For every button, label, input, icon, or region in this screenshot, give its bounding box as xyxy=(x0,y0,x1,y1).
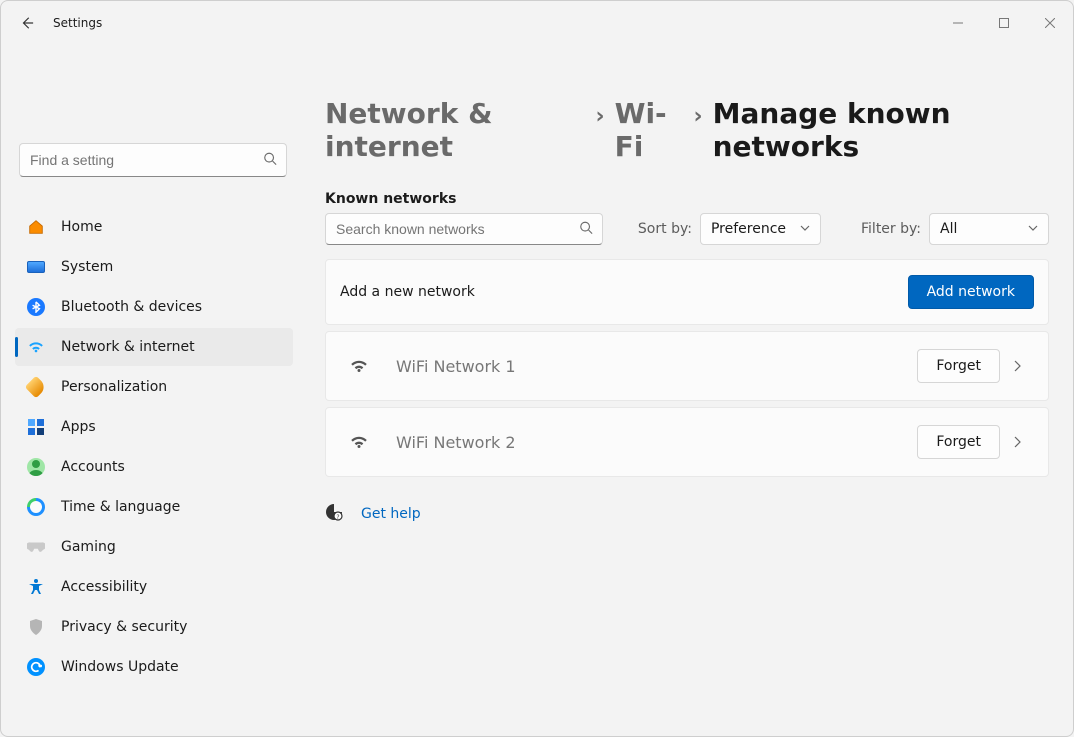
person-icon xyxy=(27,458,45,476)
sidebar-item-gaming[interactable]: Gaming xyxy=(15,528,293,566)
sidebar-item-label: Network & internet xyxy=(61,339,195,355)
chevron-down-icon xyxy=(800,221,810,237)
arrow-left-icon xyxy=(20,16,34,30)
find-setting-input[interactable] xyxy=(19,143,287,177)
wifi-icon xyxy=(340,358,378,374)
window-controls xyxy=(935,7,1073,39)
apps-icon xyxy=(27,418,45,436)
search-icon xyxy=(263,151,277,170)
minimize-button[interactable] xyxy=(935,7,981,39)
shield-icon xyxy=(27,618,45,636)
bluetooth-icon xyxy=(27,298,45,316)
sidebar-item-label: Accounts xyxy=(61,459,125,475)
add-network-button[interactable]: Add network xyxy=(908,275,1034,309)
back-button[interactable] xyxy=(9,5,45,41)
add-new-network-text: Add a new network xyxy=(340,284,475,300)
known-networks-toolbar: Sort by: Preference Filter by: All xyxy=(325,213,1049,245)
wifi-icon xyxy=(27,338,45,356)
sidebar-item-label: Bluetooth & devices xyxy=(61,299,202,315)
accessibility-icon xyxy=(27,578,45,596)
add-new-network-card: Add a new network Add network xyxy=(325,259,1049,325)
main-content: Network & internet › Wi-Fi › Manage know… xyxy=(301,45,1073,736)
window-title: Settings xyxy=(53,16,102,30)
help-icon: ? xyxy=(325,503,343,525)
sidebar-item-label: System xyxy=(61,259,113,275)
sidebar-item-personalization[interactable]: Personalization xyxy=(15,368,293,406)
breadcrumb-wifi[interactable]: Wi-Fi xyxy=(615,97,684,163)
sidebar-item-time-language[interactable]: Time & language xyxy=(15,488,293,526)
filter-by-dropdown[interactable]: All xyxy=(929,213,1049,245)
chevron-right-icon: › xyxy=(694,104,703,129)
known-network-row[interactable]: WiFi Network 2 Forget xyxy=(325,407,1049,477)
chevron-right-icon: › xyxy=(596,104,605,129)
breadcrumb: Network & internet › Wi-Fi › Manage know… xyxy=(325,97,1049,163)
clock-icon xyxy=(27,498,45,516)
sidebar-item-label: Gaming xyxy=(61,539,116,555)
update-icon xyxy=(27,658,45,676)
sidebar-item-label: Time & language xyxy=(61,499,180,515)
get-help-row[interactable]: ? Get help xyxy=(325,503,1049,525)
known-networks-heading: Known networks xyxy=(325,191,1049,207)
sidebar-item-home[interactable]: Home xyxy=(15,208,293,246)
forget-button[interactable]: Forget xyxy=(917,425,1000,459)
sidebar-item-label: Personalization xyxy=(61,379,167,395)
sidebar-item-label: Apps xyxy=(61,419,96,435)
sort-by-label: Sort by: xyxy=(638,221,692,237)
forget-button[interactable]: Forget xyxy=(917,349,1000,383)
network-name: WiFi Network 1 xyxy=(396,357,516,376)
get-help-link[interactable]: Get help xyxy=(361,506,421,522)
sidebar: Home System Bluetooth & devices Network … xyxy=(1,45,301,736)
sidebar-item-windows-update[interactable]: Windows Update xyxy=(15,648,293,686)
system-icon xyxy=(27,258,45,276)
sidebar-item-label: Home xyxy=(61,219,102,235)
search-icon xyxy=(579,220,593,239)
search-known-networks[interactable] xyxy=(325,213,603,245)
svg-text:?: ? xyxy=(336,514,339,521)
home-icon xyxy=(27,218,45,236)
sidebar-item-bluetooth[interactable]: Bluetooth & devices xyxy=(15,288,293,326)
known-network-row[interactable]: WiFi Network 1 Forget xyxy=(325,331,1049,401)
breadcrumb-network-internet[interactable]: Network & internet xyxy=(325,97,586,163)
filter-by-value: All xyxy=(940,221,957,237)
settings-window: Settings Home System xyxy=(0,0,1074,737)
brush-icon xyxy=(27,378,45,396)
sidebar-item-label: Windows Update xyxy=(61,659,179,675)
find-setting-search[interactable] xyxy=(19,143,287,177)
nav-list: Home System Bluetooth & devices Network … xyxy=(1,207,301,687)
sidebar-item-network[interactable]: Network & internet xyxy=(15,328,293,366)
chevron-down-icon xyxy=(1028,221,1038,237)
page-title: Manage known networks xyxy=(713,97,1049,163)
sidebar-item-accessibility[interactable]: Accessibility xyxy=(15,568,293,606)
chevron-right-icon[interactable] xyxy=(1000,436,1034,448)
search-known-networks-input[interactable] xyxy=(325,213,603,245)
close-button[interactable] xyxy=(1027,7,1073,39)
sidebar-item-privacy[interactable]: Privacy & security xyxy=(15,608,293,646)
maximize-button[interactable] xyxy=(981,7,1027,39)
sort-by-dropdown[interactable]: Preference xyxy=(700,213,821,245)
title-bar: Settings xyxy=(1,1,1073,45)
network-name: WiFi Network 2 xyxy=(396,433,516,452)
sidebar-item-system[interactable]: System xyxy=(15,248,293,286)
sidebar-item-apps[interactable]: Apps xyxy=(15,408,293,446)
gamepad-icon xyxy=(27,538,45,556)
sidebar-item-label: Privacy & security xyxy=(61,619,187,635)
sidebar-item-label: Accessibility xyxy=(61,579,147,595)
sidebar-item-accounts[interactable]: Accounts xyxy=(15,448,293,486)
chevron-right-icon[interactable] xyxy=(1000,360,1034,372)
wifi-icon xyxy=(340,434,378,450)
filter-by-label: Filter by: xyxy=(861,221,921,237)
sort-by-value: Preference xyxy=(711,221,786,237)
